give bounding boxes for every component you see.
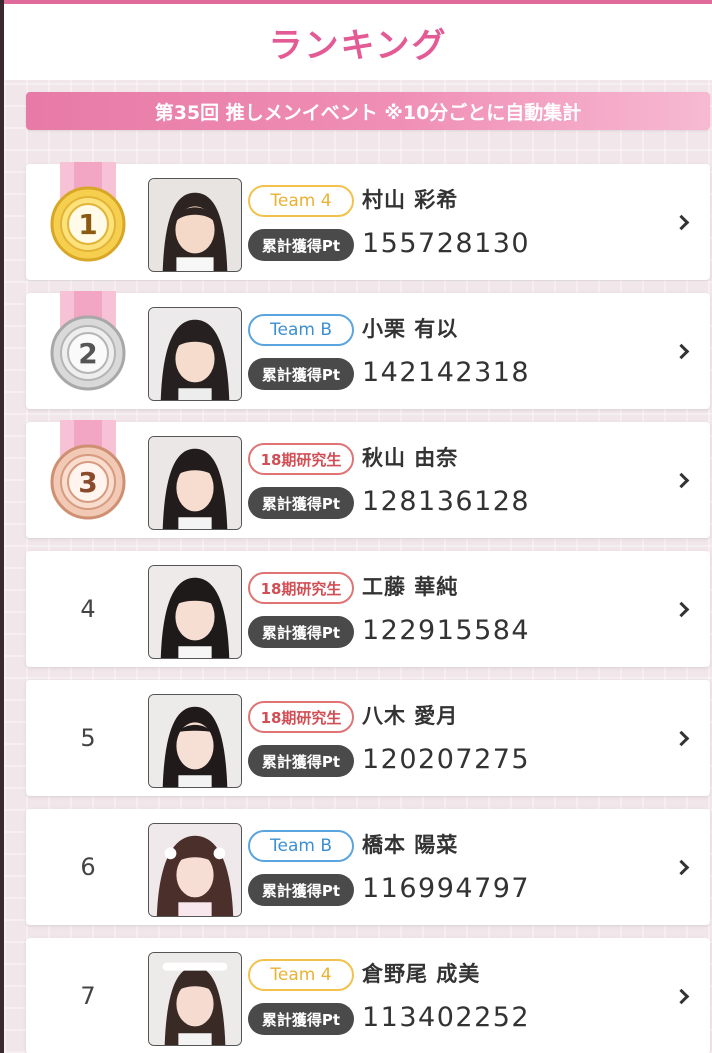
member-name: 秋山 由奈: [362, 446, 459, 470]
bronze-medal-icon: 3: [50, 420, 126, 520]
points-label: 累計獲得Pt: [248, 745, 354, 777]
points-value: 142142318: [362, 357, 531, 388]
points-label: 累計獲得Pt: [248, 616, 354, 648]
points-value: 128136128: [362, 486, 531, 517]
ranking-row[interactable]: 4 18期研究生 工藤 華純 累計獲得Pt 122915584: [26, 551, 710, 667]
rank-number: 5: [80, 724, 96, 752]
ranking-row[interactable]: 3 18期研究生 秋山 由奈 累計獲得Pt 128136128: [26, 420, 710, 538]
member-photo: [148, 823, 242, 917]
team-badge: Team B: [248, 314, 354, 346]
chevron-right-icon[interactable]: [666, 938, 696, 1053]
ranking-row[interactable]: 2 Team B 小栗 有以 累計獲得Pt 142142318: [26, 291, 710, 409]
silver-medal-icon: 2: [50, 291, 126, 391]
member-name: 倉野尾 成美: [362, 962, 481, 986]
member-name: 工藤 華純: [362, 575, 459, 599]
medal-rank-text: 2: [78, 337, 97, 370]
points-label: 累計獲得Pt: [248, 487, 354, 519]
chevron-right-icon[interactable]: [666, 164, 696, 280]
member-name: 村山 彩希: [362, 188, 459, 212]
chevron-right-icon[interactable]: [666, 680, 696, 796]
rank-number: 6: [80, 853, 96, 881]
member-photo: [148, 178, 242, 272]
team-badge: 18期研究生: [248, 572, 354, 604]
chevron-right-icon[interactable]: [666, 422, 696, 538]
page-title: ランキング: [268, 25, 448, 66]
team-badge: Team 4: [248, 185, 354, 217]
chevron-right-icon[interactable]: [666, 809, 696, 925]
chevron-right-icon[interactable]: [666, 293, 696, 409]
team-badge: Team 4: [248, 959, 354, 991]
ranking-content[interactable]: 第35回 推しメンイベント ※10分ごとに自動集計 1 Team 4 村山 彩希…: [4, 80, 712, 1053]
member-photo: [148, 436, 242, 530]
ranking-row[interactable]: 6 Team B 橋本 陽菜 累計獲得Pt 116994797: [26, 809, 710, 925]
points-label: 累計獲得Pt: [248, 874, 354, 906]
page-header: ランキング: [4, 4, 712, 80]
team-badge: 18期研究生: [248, 443, 354, 475]
rank-number: 7: [80, 982, 96, 1010]
event-banner: 第35回 推しメンイベント ※10分ごとに自動集計: [26, 92, 710, 130]
member-photo: [148, 952, 242, 1046]
medal-rank-text: 1: [78, 208, 97, 241]
ranking-row[interactable]: 1 Team 4 村山 彩希 累計獲得Pt 155728130: [26, 162, 710, 280]
chevron-right-icon[interactable]: [666, 551, 696, 667]
gold-medal-icon: 1: [50, 162, 126, 262]
member-name: 八木 愛月: [362, 704, 459, 728]
team-badge: Team B: [248, 830, 354, 862]
member-photo: [148, 307, 242, 401]
points-label: 累計獲得Pt: [248, 1003, 354, 1035]
member-photo: [148, 694, 242, 788]
member-name: 橋本 陽菜: [362, 833, 459, 857]
rank-number: 4: [80, 595, 96, 623]
points-label: 累計獲得Pt: [248, 358, 354, 390]
ranking-row[interactable]: 7 Team 4 倉野尾 成美 累計獲得Pt 113402252: [26, 938, 710, 1053]
points-value: 116994797: [362, 873, 531, 904]
points-value: 155728130: [362, 228, 531, 259]
points-value: 113402252: [362, 1002, 531, 1033]
member-name: 小栗 有以: [362, 317, 459, 341]
points-label: 累計獲得Pt: [248, 229, 354, 261]
medal-rank-text: 3: [78, 466, 97, 499]
member-photo: [148, 565, 242, 659]
ranking-row[interactable]: 5 18期研究生 八木 愛月 累計獲得Pt 120207275: [26, 680, 710, 796]
team-badge: 18期研究生: [248, 701, 354, 733]
points-value: 120207275: [362, 744, 531, 775]
points-value: 122915584: [362, 615, 531, 646]
